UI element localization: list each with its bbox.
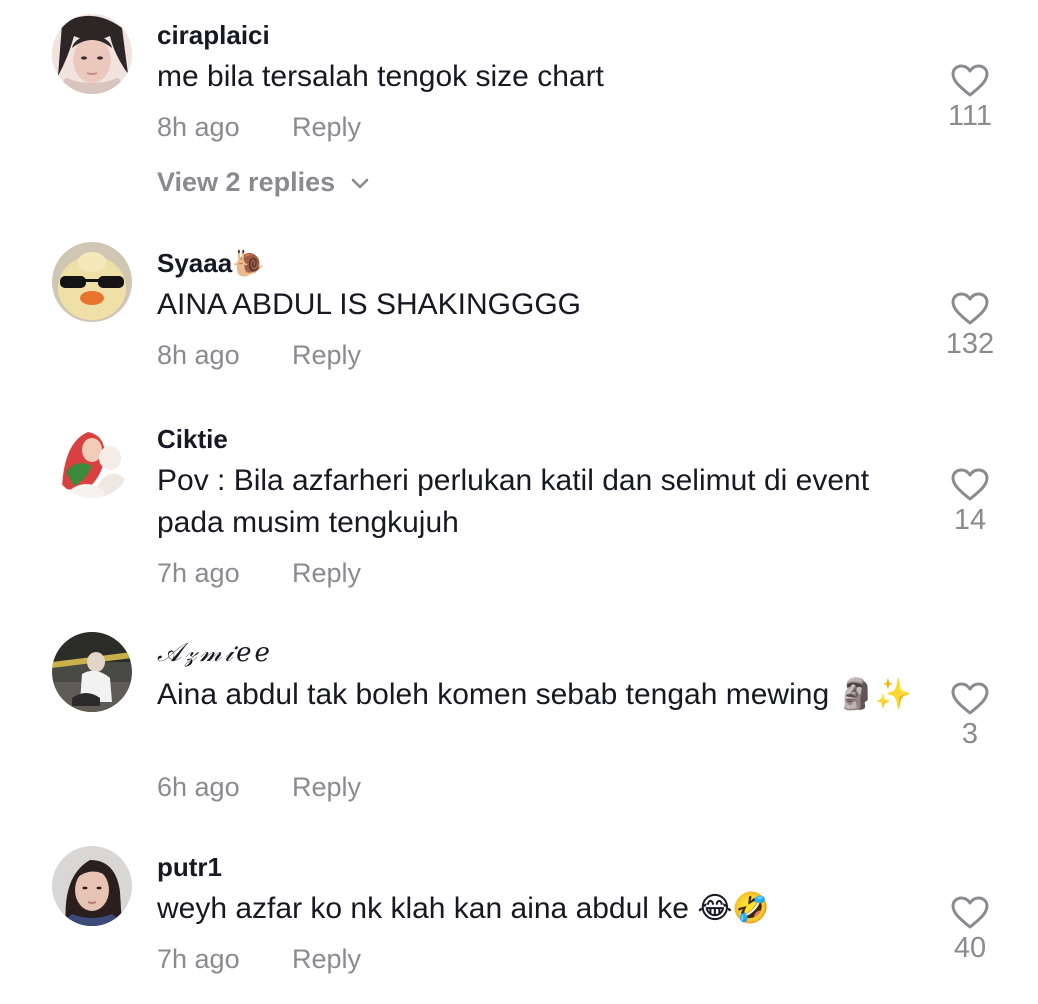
like-count: 132 [945,328,995,360]
comment-text: Aina abdul tak boleh komen sebab tengah … [157,678,913,711]
reply-button[interactable]: Reply [292,112,361,142]
view-replies-button[interactable]: View 2 replies [157,167,371,198]
comment-meta: 7h ago Reply [157,558,361,589]
like-count: 111 [947,100,993,132]
like-button[interactable]: 3 [930,682,1010,751]
avatar[interactable] [52,242,132,322]
heart-outline-icon [951,682,989,715]
like-button[interactable]: 14 [930,468,1010,537]
comment-meta: 6h ago Reply [157,772,361,803]
username[interactable]: 𝒜𝓏𝓂𝒾𝑒𝑒 [157,638,273,669]
heart-outline-icon [951,292,989,325]
comment-meta: 7h ago Reply [157,944,361,975]
comment-text: me bila tersalah tengok size chart [157,60,604,93]
username[interactable]: ciraplaici [157,20,270,51]
heart-outline-icon [951,896,989,929]
reply-button[interactable]: Reply [292,340,361,370]
comment-text: AINA ABDUL IS SHAKINGGGG [157,288,582,321]
username[interactable]: putr1 [157,852,222,883]
timestamp: 7h ago [157,944,240,974]
comment-text: Pov : Bila azfarheri perlukan katil dan … [157,464,870,539]
like-button[interactable]: 40 [930,896,1010,965]
avatar[interactable] [52,632,132,712]
like-count: 14 [953,504,987,536]
like-count: 3 [961,718,979,750]
timestamp: 6h ago [157,772,240,802]
heart-outline-icon [951,64,989,97]
timestamp: 7h ago [157,558,240,588]
timestamp: 8h ago [157,112,240,142]
like-button[interactable]: 132 [930,292,1010,361]
username[interactable]: Syaaa🐌 [157,248,265,279]
comment-meta: 8h ago Reply [157,340,361,371]
heart-outline-icon [951,468,989,501]
username[interactable]: Ciktie [157,424,228,455]
reply-button[interactable]: Reply [292,944,361,974]
timestamp: 8h ago [157,340,240,370]
chevron-down-icon [351,178,368,189]
avatar[interactable] [52,846,132,926]
like-button[interactable]: 111 [930,64,1010,133]
avatar[interactable] [52,14,132,94]
avatar[interactable] [52,418,132,498]
like-count: 40 [953,932,987,964]
comment-text: weyh azfar ko nk klah kan aina abdul ke … [157,892,770,925]
reply-button[interactable]: Reply [292,558,361,588]
view-replies-label: View 2 replies [157,167,336,197]
reply-button[interactable]: Reply [292,772,361,802]
comment-meta: 8h ago Reply [157,112,361,143]
